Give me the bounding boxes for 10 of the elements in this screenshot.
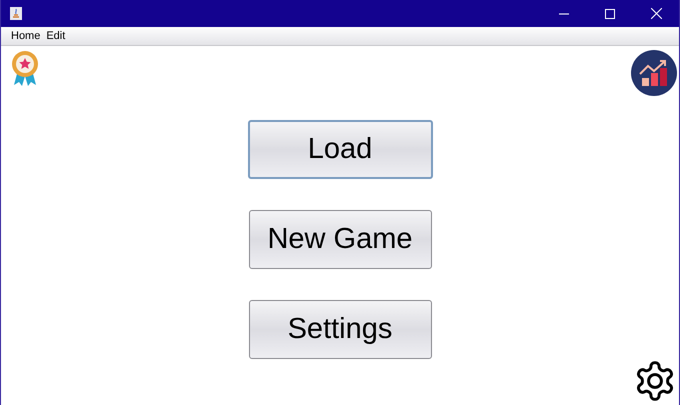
menu-button[interactable]: Load	[248, 120, 432, 179]
menu-item[interactable]: Home	[9, 30, 42, 42]
close-icon	[650, 8, 662, 19]
award-badge-icon	[9, 50, 41, 87]
menu-button[interactable]: New Game	[248, 210, 432, 269]
menu-button[interactable]: Settings	[248, 300, 432, 359]
maximize-icon	[605, 8, 615, 18]
growth-chart-icon	[631, 50, 677, 96]
app-icon	[10, 7, 22, 20]
menu-item[interactable]: Edit	[44, 30, 68, 42]
